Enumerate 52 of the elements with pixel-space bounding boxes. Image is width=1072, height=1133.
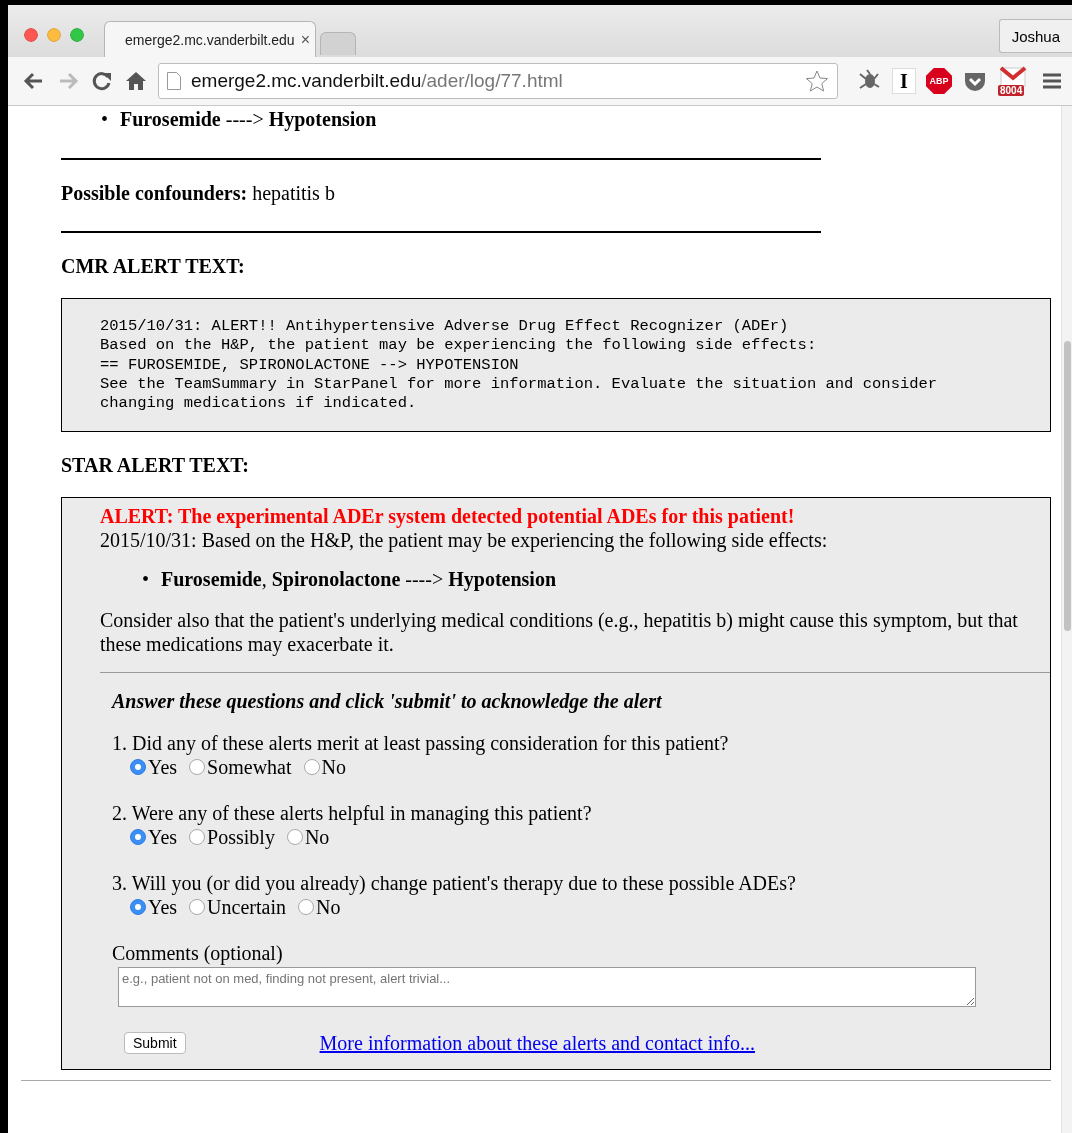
section-heading: STAR ALERT TEXT:: [61, 454, 250, 478]
minimize-window-icon[interactable]: [47, 28, 61, 42]
alert-intro: 2015/10/31: Based on the H&P, the patient may be experiencing the following side effects:: [100, 528, 829, 553]
radio-button[interactable]: [286, 829, 303, 846]
profile-button[interactable]: Joshua: [998, 19, 1072, 53]
close-window-icon[interactable]: [24, 28, 38, 42]
question-text: 2. Were any of these alerts helpful in managing this patient?: [112, 801, 593, 826]
radio-button[interactable]: [130, 899, 146, 916]
section-heading: CMR ALERT TEXT:: [61, 255, 246, 278]
home-icon[interactable]: [124, 69, 148, 93]
scrollbar[interactable]: [1061, 106, 1072, 1133]
radio-button[interactable]: [189, 829, 206, 846]
bookmark-star-icon[interactable]: [805, 69, 829, 93]
browser-tab[interactable]: emerge2.mc.vanderbilt.edu ×: [104, 21, 316, 57]
submit-button[interactable]: Submit: [124, 1032, 186, 1055]
option-label[interactable]: Yes: [148, 755, 178, 780]
alert-title: ALERT: The experimental ADEr system detected potential ADEs for this patient!: [100, 504, 796, 529]
form-instruction: Answer these questions and click 'submit' to acknowledge the alert: [112, 689, 663, 714]
drug-effect-item: Furosemide ----> Hypotension: [120, 107, 377, 132]
radio-button[interactable]: [130, 759, 146, 776]
option-label[interactable]: No: [315, 895, 341, 920]
unread-count: 8004: [998, 85, 1025, 96]
bullet: •: [142, 567, 149, 593]
zoom-window-icon[interactable]: [70, 28, 84, 42]
info-link[interactable]: More information about these alerts and contact info...: [319, 1031, 755, 1056]
drug-effect-item: Furosemide, Spironolactone ----> Hypotension: [161, 567, 557, 593]
radio-button[interactable]: [189, 899, 206, 916]
option-label[interactable]: Uncertain: [207, 895, 286, 920]
address-bar[interactable]: emerge2.mc.vanderbilt.edu/ader/log/77.html: [158, 63, 838, 99]
alert-text-box: 2015/10/31: ALERT!! Antihypertensive Adverse Drug Effect Recognizer (ADEr) Based on the H&P, the patient may be experiencing the following side effects: == FUROSEMIDE, SPIRONOLACTONE --> HYPOTENSION See the TeamSummary in StarPanel for more information. Evaluate the situation and consider changing medications if indicated.: [61, 298, 1051, 433]
adblock-icon[interactable]: ABP: [926, 68, 952, 94]
reload-icon[interactable]: [90, 69, 114, 93]
page-icon: [167, 72, 181, 90]
question-text: 3. Will you (or did you already) change patient's therapy due to these possible ADEs?: [112, 871, 797, 896]
radio-button[interactable]: [303, 759, 320, 776]
radio-button[interactable]: [130, 829, 146, 846]
confounders-text: Possible confounders: hepatitis b: [61, 182, 336, 205]
bullet: •: [101, 107, 108, 132]
radio-button[interactable]: [297, 899, 314, 916]
radio-button[interactable]: [189, 759, 206, 776]
question-text: 1. Did any of these alerts merit at least passing consideration for this patient?: [112, 731, 730, 756]
option-label[interactable]: Yes: [148, 895, 178, 920]
option-label[interactable]: No: [304, 825, 330, 850]
option-label[interactable]: Somewhat: [207, 755, 292, 780]
option-label[interactable]: Possibly: [207, 825, 275, 850]
comments-label: Comments (optional): [112, 941, 284, 966]
comments-field[interactable]: e.g., patient not on med, finding not present, alert trivial...: [118, 967, 976, 1008]
extension-icon[interactable]: I: [892, 68, 916, 94]
alert-note: Consider also that the patient's underlying medical conditions (e.g., hepatitis b) might cause this symptom, but that these medications may exacerbate it.: [100, 608, 1019, 657]
option-label[interactable]: Yes: [148, 825, 178, 850]
menu-icon[interactable]: [1042, 71, 1062, 91]
option-label[interactable]: No: [321, 755, 346, 780]
